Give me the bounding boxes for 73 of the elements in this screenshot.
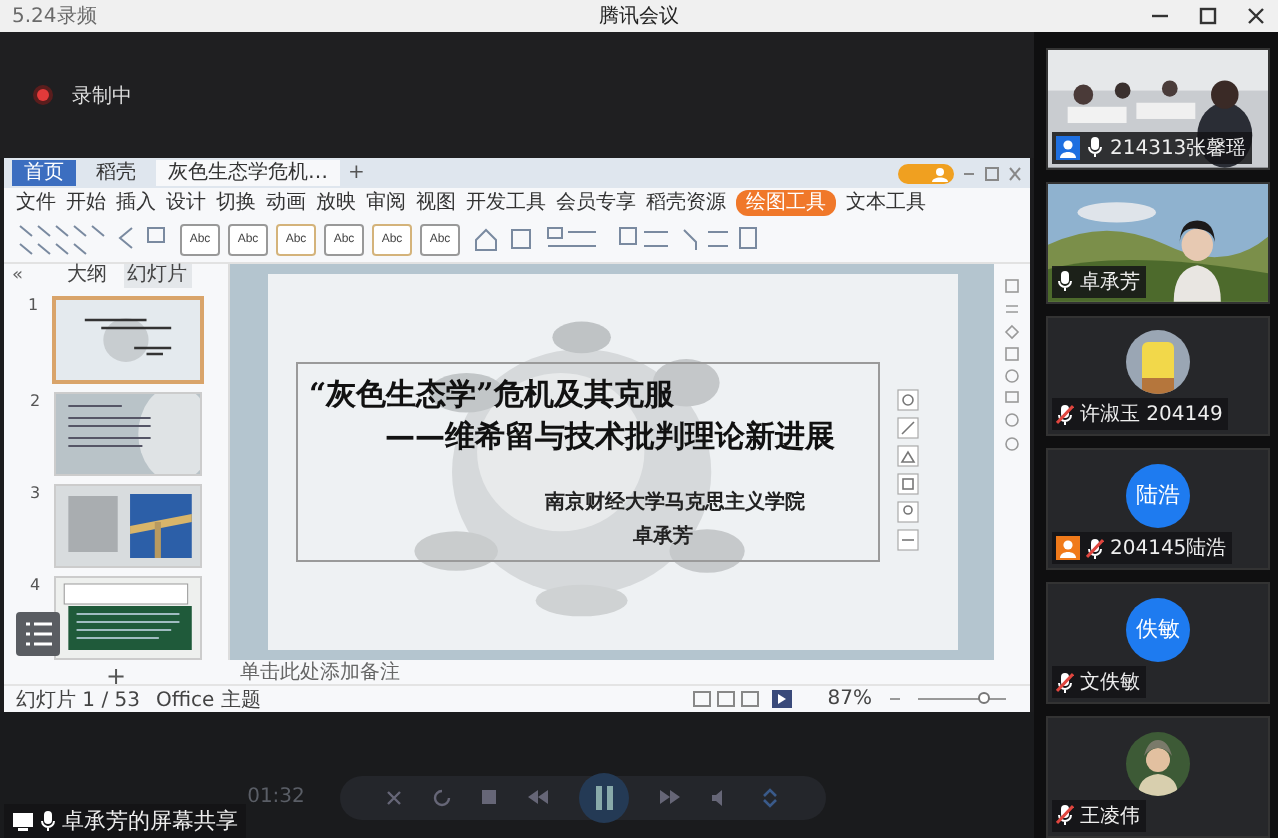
side-toolbar-drawing[interactable] xyxy=(1002,276,1022,456)
ribbon-tab[interactable]: 设计 xyxy=(166,190,206,216)
share-text: 卓承芳的屏幕共享 xyxy=(62,806,238,836)
slide-thumbnail[interactable] xyxy=(54,392,202,476)
account-icon[interactable] xyxy=(898,163,954,183)
slide-title: “灰色生态学”危机及其克服 xyxy=(309,376,676,414)
zoom-slider-thumb[interactable] xyxy=(978,692,990,704)
text-box-selection[interactable]: “灰色生态学”危机及其克服 ——维希留与技术批判理论新进展 南京财经大学马克思主义学院 卓承芳 xyxy=(295,362,879,562)
collapse-pane-button[interactable]: « xyxy=(12,266,24,286)
recording-status: 录制中 xyxy=(72,83,132,109)
zoom-level[interactable]: 87% xyxy=(827,688,872,710)
document-tab[interactable]: 灰色生态学危机… xyxy=(156,160,340,186)
new-tab-button[interactable]: + xyxy=(348,162,365,184)
stop-icon[interactable] xyxy=(480,788,499,806)
recording-file-name: 5.24录频 xyxy=(12,3,97,30)
recording-icon xyxy=(32,84,54,106)
slide-number: 1 xyxy=(28,296,40,314)
ribbon-tab[interactable]: 开始 xyxy=(66,190,106,216)
participant-name: 文佚敏 xyxy=(1080,669,1140,697)
ribbon-tab[interactable]: 插入 xyxy=(116,190,156,216)
participant-name: 王凌伟 xyxy=(1080,803,1140,830)
participant-tile[interactable]: 陆浩 204145陆浩 xyxy=(1046,448,1270,571)
ribbon-tab[interactable]: 切换 xyxy=(216,190,256,216)
theme-name: Office 主题 xyxy=(156,687,261,713)
slide-number: 3 xyxy=(30,484,42,502)
participant-name: 214313张馨瑶 xyxy=(1110,135,1247,162)
document-tab[interactable]: 稻壳 xyxy=(84,160,148,186)
document-tab[interactable]: 首页 xyxy=(12,160,76,186)
participant-tile[interactable]: 王凌伟 xyxy=(1046,716,1270,838)
fast-forward-icon[interactable] xyxy=(658,788,683,806)
ribbon-tab[interactable]: 审阅 xyxy=(366,190,406,216)
slide-author: 卓承芳 xyxy=(633,523,695,550)
participant-tile[interactable]: 许淑玉 204149 xyxy=(1046,315,1270,437)
slide-number: 4 xyxy=(30,576,42,594)
participant-name: 卓承芳 xyxy=(1080,269,1140,296)
slide-thumbnail[interactable] xyxy=(54,484,202,568)
ribbon-tab[interactable]: 开发工具 xyxy=(466,190,546,216)
initials-avatar: 佚敏 xyxy=(1126,597,1190,662)
slide-thumbnail[interactable] xyxy=(52,296,204,384)
screen-share-icon xyxy=(12,811,34,831)
pane-tab[interactable]: 大纲 xyxy=(63,264,112,288)
slide-thumbnail[interactable] xyxy=(54,576,202,660)
list-button[interactable] xyxy=(16,612,60,656)
ribbon-tab[interactable]: 文本工具 xyxy=(846,190,926,216)
add-slide-button[interactable]: + xyxy=(105,664,127,688)
close-icon[interactable] xyxy=(1246,6,1266,26)
slide-count: 幻灯片 1 / 53 xyxy=(16,687,140,713)
window-controls-icon[interactable] xyxy=(962,165,1022,181)
ribbon-tab[interactable]: 视图 xyxy=(416,190,456,216)
slide-subtitle: ——维希留与技术批判理论新进展 xyxy=(385,418,837,456)
replay-icon[interactable] xyxy=(432,787,453,807)
slide-number: 2 xyxy=(30,392,42,410)
ribbon-tab[interactable]: 放映 xyxy=(316,190,356,216)
maximize-icon[interactable] xyxy=(1198,6,1218,26)
participant-tile[interactable]: 佚敏 文佚敏 xyxy=(1046,582,1270,705)
participant-tile[interactable]: 卓承芳 xyxy=(1046,181,1270,304)
pause-button[interactable] xyxy=(578,771,631,823)
speed-icon[interactable] xyxy=(758,785,783,809)
microphone-icon xyxy=(40,810,56,832)
notes-field[interactable]: 单击此处添加备注 xyxy=(240,658,400,686)
slide-institution: 南京财经大学马克思主义学院 xyxy=(545,488,807,516)
ribbon-tab[interactable]: 会员专享 xyxy=(556,190,636,216)
pane-tab[interactable]: 幻灯片 xyxy=(123,264,192,288)
initials-avatar: 陆浩 xyxy=(1126,463,1190,528)
playback-time: 01:32 xyxy=(247,786,305,808)
participant-tile[interactable]: 214313张馨瑶 xyxy=(1046,48,1270,170)
ribbon-tab[interactable]: 稻壳资源 xyxy=(646,190,726,216)
rewind-icon[interactable] xyxy=(526,788,551,806)
ribbon-tab[interactable]: 动画 xyxy=(266,190,306,216)
ribbon-tab[interactable]: 文件 xyxy=(16,190,56,216)
participant-name: 204145陆浩 xyxy=(1110,535,1227,563)
window-title: 腾讯会议 xyxy=(599,3,679,30)
participant-name: 许淑玉 204149 xyxy=(1080,401,1223,429)
